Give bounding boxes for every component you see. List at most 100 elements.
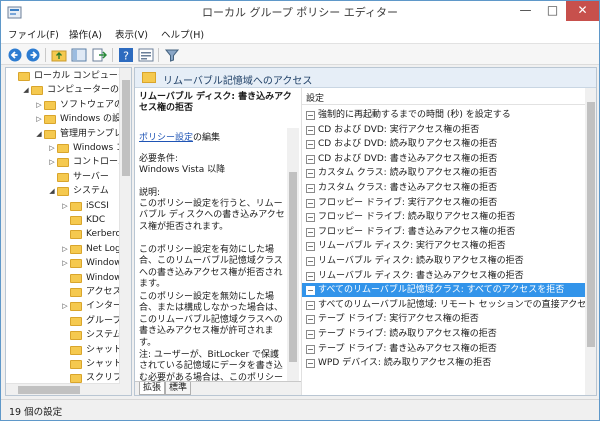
policy-setting-icon <box>306 125 315 135</box>
link-suffix: の編集 <box>193 133 221 143</box>
tree-expander-icon[interactable]: ▷ <box>61 257 69 270</box>
details-header-title: リムーバブル記憶域へのアクセス <box>163 76 313 87</box>
menu-view[interactable]: 表示(V) <box>115 27 148 41</box>
setting-row[interactable]: WPD デバイス: 読み取りアクセス権の拒否 <box>302 356 585 370</box>
setting-row[interactable]: リムーバブル ディスク: 書き込みアクセス権の拒否 <box>302 269 585 283</box>
setting-row[interactable]: カスタム クラス: 書き込みアクセス権の拒否 <box>302 181 585 195</box>
maximize-button[interactable]: □ <box>539 1 566 21</box>
forward-icon[interactable] <box>25 47 41 63</box>
setting-row[interactable]: リムーバブル ディスク: 読み取りアクセス権の拒否 <box>302 254 585 268</box>
folder-icon <box>70 302 82 312</box>
requirements-value: Windows Vista 以降 <box>139 165 226 175</box>
list-scroll-thumb[interactable] <box>587 102 595 347</box>
policy-setting-icon <box>306 154 315 164</box>
setting-row[interactable]: 強制的に再起動するまでの時間 (秒) を設定する <box>302 108 585 122</box>
window: ローカル グループ ポリシー エディター — □ ✕ ファイル(F) 操作(A)… <box>0 0 600 421</box>
tree-hscroll-thumb[interactable] <box>18 386 80 394</box>
setting-row[interactable]: すべてのリムーバブル記憶域: リモート セッションでの直接アクセスを... <box>302 298 585 312</box>
setting-row[interactable]: フロッピー ドライブ: 書き込みアクセス権の拒否 <box>302 225 585 239</box>
tree-node[interactable]: ◢ 管理用テンプレー <box>35 128 131 141</box>
setting-row[interactable]: すべてのリムーバブル記憶域クラス: すべてのアクセスを拒否 <box>302 283 585 298</box>
menu-action[interactable]: 操作(A) <box>69 27 102 41</box>
column-header-setting[interactable]: 設定 <box>302 88 585 105</box>
setting-row-label: CD および DVD: 書き込みアクセス権の拒否 <box>318 153 498 164</box>
minimize-button[interactable]: — <box>512 1 539 21</box>
setting-row[interactable]: CD および DVD: 書き込みアクセス権の拒否 <box>302 152 585 166</box>
menu-bar: ファイル(F) 操作(A) 表示(V) ヘルプ(H) <box>1 25 599 43</box>
setting-row[interactable]: CD および DVD: 実行アクセス権の拒否 <box>302 123 585 137</box>
tree-expander-icon[interactable]: ◢ <box>35 128 43 141</box>
properties-icon[interactable] <box>138 47 154 63</box>
tree-expander-icon[interactable]: ▷ <box>61 300 69 313</box>
close-button[interactable]: ✕ <box>566 1 599 21</box>
tree-node[interactable]: ▷ Windows の設定 <box>35 113 131 126</box>
view-tabs: 拡張 標準 <box>135 381 301 395</box>
policy-setting-icon <box>306 111 315 120</box>
tree-expander-icon[interactable]: ▷ <box>48 156 56 169</box>
folder-icon <box>70 244 82 254</box>
setting-row[interactable]: テープ ドライブ: 実行アクセス権の拒否 <box>302 312 585 326</box>
tree-node[interactable]: ローカル コンピューター ポ <box>9 70 129 83</box>
policy-setting-icon <box>306 315 315 325</box>
tree-node[interactable]: ▷ ソフトウェアの設 <box>35 99 131 112</box>
policy-setting-icon <box>306 169 315 179</box>
policy-settings-link[interactable]: ポリシー設定 <box>139 133 193 143</box>
folder-icon <box>44 115 56 125</box>
console-tree: ローカル コンピューター ポ ◢コンピューターの構成 ▷ソフトウェアの設▷Windo… <box>5 67 132 396</box>
export-icon[interactable] <box>91 47 107 63</box>
tree-expander-icon[interactable]: ▷ <box>61 243 69 256</box>
setting-row[interactable]: CD および DVD: 読み取りアクセス権の拒否 <box>302 137 585 151</box>
tree-scroll-thumb[interactable] <box>122 80 130 176</box>
tree-node-label: KDC <box>86 215 106 225</box>
tree-vertical-scrollbar[interactable] <box>119 68 131 395</box>
menu-help[interactable]: ヘルプ(H) <box>161 27 204 41</box>
tree-expander-icon[interactable]: ◢ <box>48 185 56 198</box>
setting-row-label: フロッピー ドライブ: 実行アクセス権の拒否 <box>318 197 498 208</box>
setting-row-label: テープ ドライブ: 読み取りアクセス権の拒否 <box>318 329 497 339</box>
setting-row[interactable]: カスタム クラス: 読み取りアクセス権の拒否 <box>302 166 585 180</box>
menu-file[interactable]: ファイル(F) <box>8 27 59 41</box>
tree-expander-icon[interactable]: ◢ <box>22 84 30 97</box>
settings-list: 設定 強制的に再起動するまでの時間 (秒) を設定する CD および DVD: 実… <box>301 88 596 395</box>
tab-standard[interactable]: 標準 <box>165 382 192 395</box>
tree-node-label: ローカル コンピューター ポ <box>34 71 129 81</box>
toolbar: ? <box>1 43 599 65</box>
folder-icon <box>31 86 43 96</box>
filter-icon[interactable] <box>164 47 180 63</box>
setting-row-label: フロッピー ドライブ: 読み取りアクセス権の拒否 <box>318 212 516 223</box>
tree-horizontal-scrollbar[interactable] <box>6 383 120 395</box>
policy-setting-icon <box>306 242 315 252</box>
tree-expander-icon[interactable]: ▷ <box>35 99 43 112</box>
folder-icon <box>44 129 56 139</box>
status-text: 19 個の設定 <box>9 407 63 418</box>
title-bar: ローカル グループ ポリシー エディター — □ ✕ <box>1 1 599 25</box>
help-icon[interactable]: ? <box>118 47 134 63</box>
tree-expander-icon[interactable]: ▷ <box>35 113 43 126</box>
folder-icon <box>142 72 156 83</box>
setting-row-label: カスタム クラス: 書き込みアクセス権の拒否 <box>318 183 498 193</box>
folder-icon <box>70 316 82 326</box>
setting-row[interactable]: フロッピー ドライブ: 読み取りアクセス権の拒否 <box>302 210 585 224</box>
list-vertical-scrollbar[interactable] <box>585 88 596 395</box>
up-folder-icon[interactable] <box>51 47 67 63</box>
folder-icon <box>57 144 69 153</box>
setting-row[interactable]: テープ ドライブ: 読み取りアクセス権の拒否 <box>302 327 585 341</box>
setting-row[interactable]: リムーバブル ディスク: 実行アクセス権の拒否 <box>302 239 585 253</box>
setting-row-label: リムーバブル ディスク: 実行アクセス権の拒否 <box>318 241 506 252</box>
tree-node[interactable]: ◢ コンピューターの構成 <box>22 84 131 97</box>
setting-row-label: テープ ドライブ: 実行アクセス権の拒否 <box>318 314 479 325</box>
policy-setting-icon <box>306 213 315 223</box>
policy-setting-icon <box>306 271 315 281</box>
setting-row[interactable]: テープ ドライブ: 書き込みアクセス権の拒否 <box>302 342 585 356</box>
description-scrollbar[interactable] <box>287 128 299 381</box>
tree-node-label: アクセス <box>86 287 122 297</box>
description-scroll-thumb[interactable] <box>289 172 297 362</box>
back-icon[interactable] <box>7 47 23 63</box>
show-hide-tree-icon[interactable] <box>71 47 87 63</box>
window-title: ローカル グループ ポリシー エディター <box>201 6 399 19</box>
setting-row[interactable]: フロッピー ドライブ: 実行アクセス権の拒否 <box>302 196 585 210</box>
tree-expander-icon[interactable]: ▷ <box>61 200 69 213</box>
tab-extended[interactable]: 拡張 <box>139 382 166 395</box>
tree-expander-icon[interactable]: ▷ <box>48 142 56 155</box>
policy-setting-icon <box>306 184 315 193</box>
